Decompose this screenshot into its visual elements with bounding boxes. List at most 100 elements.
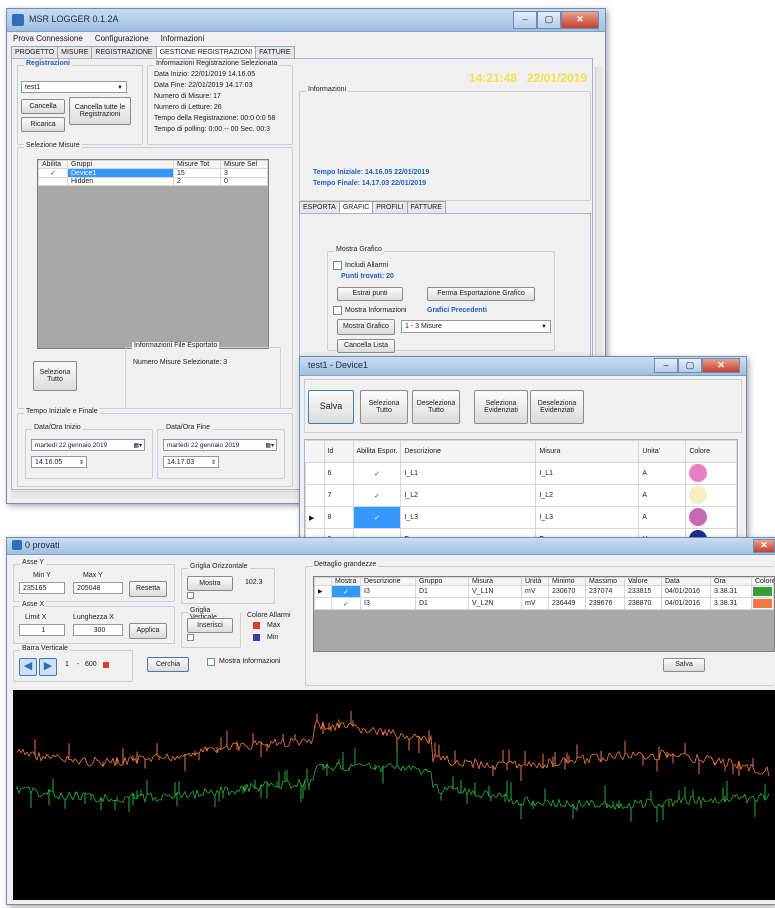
signal-trace-segment <box>746 798 750 804</box>
seleziona-tutto-button[interactable]: Seleziona Tutto <box>360 390 408 424</box>
subtab-fatture[interactable]: FATTURE <box>406 201 446 213</box>
cerchia-button[interactable]: Cerchia <box>147 657 189 672</box>
grafici-precedenti-select[interactable]: 1 - 3 Misure ▼ <box>401 320 551 333</box>
fine-time-input[interactable]: 14.17.03 ⇕ <box>163 456 219 468</box>
seleziona-tutto-button[interactable]: Seleziona Tutto <box>33 361 77 391</box>
griglia-verticale-checkbox[interactable] <box>187 634 194 641</box>
color-swatch[interactable] <box>689 507 708 526</box>
close-button[interactable]: ✕ <box>561 11 599 29</box>
maximize-button[interactable]: ▢ <box>678 358 702 373</box>
registrazione-select[interactable]: test1 ▼ <box>21 81 127 93</box>
tab-misure[interactable]: MISURE <box>57 46 93 58</box>
unita-cell: mV <box>521 585 549 598</box>
tab-gestione-registrazioni[interactable]: GESTIONE REGISTRAZIONI <box>155 46 257 58</box>
abilita-checkbox[interactable]: ✓ <box>352 484 402 507</box>
table-row[interactable]: ✓ Device1 15 3 <box>38 168 268 178</box>
applica-button[interactable]: Applica <box>129 623 167 639</box>
mostra-grafico-button[interactable]: Mostra Grafico <box>337 319 395 335</box>
close-button[interactable]: ✕ <box>753 539 775 553</box>
close-button[interactable]: ✕ <box>702 358 740 373</box>
color-swatch[interactable] <box>689 463 708 482</box>
signal-trace-segment <box>468 789 472 795</box>
mostra-informazioni-checkbox[interactable] <box>333 306 342 315</box>
signal-trace-segment <box>170 796 174 799</box>
menu-configurazione[interactable]: Configurazione <box>95 32 149 46</box>
colore-cell[interactable] <box>751 597 774 610</box>
signal-plot[interactable] <box>13 690 775 900</box>
signal-trace-segment <box>242 742 246 746</box>
mostra-checkbox[interactable]: ✓ <box>331 597 361 610</box>
deseleziona-evidenziati-button[interactable]: Deseleziona Evidenziati <box>530 390 584 424</box>
minimize-button[interactable]: – <box>513 11 537 29</box>
limit-x-input[interactable]: 1 <box>19 624 65 636</box>
min-y-input[interactable]: 235165 <box>19 582 65 594</box>
table-row[interactable]: 6 ✓ I_L1 I_L1 A <box>305 462 737 485</box>
dettaglio-grid: Mostra Descrizione Gruppo Misura Unità M… <box>313 576 775 652</box>
fine-date-picker[interactable]: martedì 22 gennaio 2019 ▦▾ <box>163 439 277 451</box>
signal-trace-segment <box>104 793 108 799</box>
tab-registrazione[interactable]: REGISTRAZIONE <box>91 46 157 58</box>
signal-trace-segment <box>674 755 678 757</box>
estrai-punti-button[interactable]: Estrai punti <box>337 287 403 301</box>
table-row[interactable]: ✓ I3 D1 V_L2N mV 236449 239676 238870 04… <box>314 597 774 610</box>
inizio-time-input[interactable]: 14.16.05 ⇕ <box>31 456 87 468</box>
main-window-title: MSR LOGGER 0.1.2A <box>29 14 119 24</box>
max-y-input[interactable]: 205048 <box>73 582 123 594</box>
maximize-button[interactable]: ▢ <box>537 11 561 29</box>
table-row[interactable]: ▶ 8 ✓ I_L3 I_L3 A <box>305 506 737 529</box>
table-row[interactable]: Hidden 2 0 <box>38 177 268 186</box>
mostra-informazioni-checkbox[interactable] <box>207 658 215 666</box>
colore-cell[interactable] <box>685 484 737 507</box>
deseleziona-tutto-button[interactable]: Deseleziona Tutto <box>412 390 460 424</box>
color-swatch[interactable] <box>753 599 772 608</box>
mostra-griglia-button[interactable]: Mostra <box>187 576 233 591</box>
tab-fatture[interactable]: FATTURE <box>255 46 295 58</box>
cancella-lista-button[interactable]: Cancella Lista <box>337 339 395 353</box>
color-swatch[interactable] <box>753 587 772 596</box>
tab-progetto[interactable]: PROGETTO <box>11 46 59 58</box>
mostra-checkbox[interactable]: ✓ <box>331 585 361 598</box>
signal-trace-segment <box>722 758 726 767</box>
includi-allarmi-checkbox[interactable] <box>333 261 342 270</box>
ferma-esportazione-button[interactable]: Ferma Esportazione Grafico <box>427 287 535 301</box>
menu-prova-connessione[interactable]: Prova Connessione <box>13 32 83 46</box>
signal-trace-segment <box>206 791 210 794</box>
menu-informazioni[interactable]: Informazioni <box>161 32 205 46</box>
resetta-button[interactable]: Resetta <box>129 581 167 597</box>
subtab-grafic[interactable]: GRAFIC <box>338 201 374 213</box>
arrow-left-button[interactable]: ◀ <box>19 658 37 676</box>
colore-cell[interactable] <box>685 506 737 529</box>
lunghezza-x-input[interactable]: 300 <box>73 624 123 636</box>
abilita-checkbox[interactable] <box>38 177 68 186</box>
inizio-date-picker[interactable]: martedì 22 gennaio 2019 ▦▾ <box>31 439 145 451</box>
signal-trace-segment <box>338 761 342 769</box>
colore-cell[interactable] <box>751 585 774 598</box>
colore-cell[interactable] <box>685 462 737 485</box>
signal-trace-segment <box>390 764 394 767</box>
seleziona-evidenziati-button[interactable]: Seleziona Evidenziati <box>474 390 528 424</box>
abilita-checkbox[interactable]: ✓ <box>352 506 402 529</box>
minimize-button[interactable]: – <box>654 358 678 373</box>
signal-trace-segment <box>700 760 704 764</box>
subtab-esporta[interactable]: ESPORTA <box>299 201 340 213</box>
inserisci-griglia-button[interactable]: Inserisci <box>187 618 233 633</box>
salva-button[interactable]: Salva <box>308 390 354 424</box>
griglia-orizzontale-checkbox[interactable] <box>187 592 194 599</box>
color-swatch[interactable] <box>689 485 708 504</box>
arrow-right-button[interactable]: ▶ <box>39 658 57 676</box>
table-row[interactable]: 7 ✓ I_L2 I_L2 A <box>305 484 737 507</box>
abilita-checkbox[interactable]: ✓ <box>38 168 68 178</box>
abilita-checkbox[interactable]: ✓ <box>352 462 402 485</box>
max-color-swatch[interactable] <box>253 622 260 629</box>
signal-trace-segment <box>656 803 660 808</box>
signal-trace-segment <box>64 797 68 801</box>
cancella-button[interactable]: Cancella <box>21 99 65 114</box>
min-color-swatch[interactable] <box>253 634 260 641</box>
ricarica-button[interactable]: Ricarica <box>21 117 65 132</box>
salva-dettaglio-button[interactable]: Salva <box>663 658 705 672</box>
signal-trace-segment <box>630 751 634 759</box>
valore-cell: 238870 <box>624 597 662 610</box>
cancella-tutte-button[interactable]: Cancella tutte le Registrazioni <box>69 97 131 125</box>
subtab-profili[interactable]: PROFILI <box>372 201 408 213</box>
table-row[interactable]: ▶ ✓ I3 D1 V_L1N mV 230670 237074 233815 … <box>314 585 774 598</box>
